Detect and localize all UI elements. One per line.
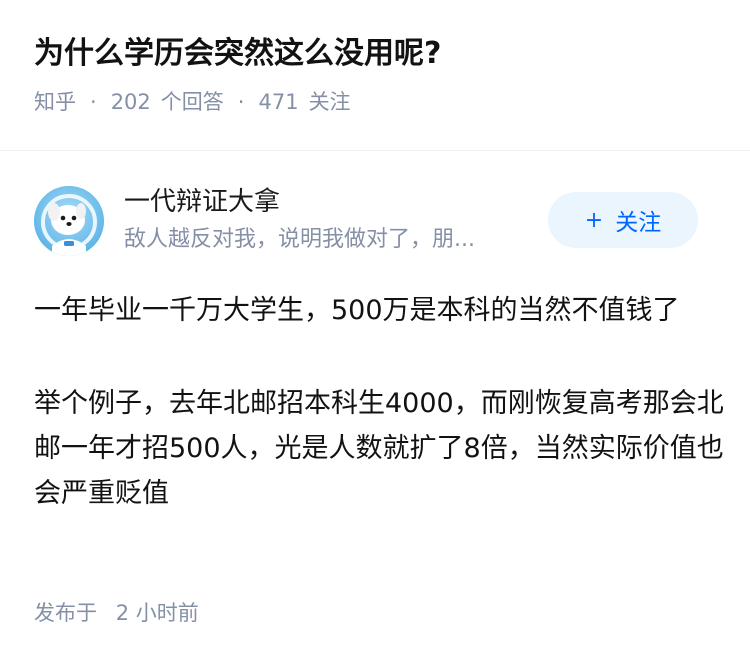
question-header: 为什么学历会突然这么没用呢? 知乎 · 202 个回答 · 471 关注: [34, 30, 724, 118]
publish-time: 发布于 2 小时前: [34, 597, 199, 629]
question-meta: 知乎 · 202 个回答 · 471 关注: [34, 86, 724, 118]
cartoon-dog-astronaut-icon: [34, 186, 104, 256]
follow-count-label: 关注: [308, 90, 351, 114]
published-label: 发布于: [34, 601, 97, 625]
answer-count: 202: [110, 90, 151, 114]
source-label[interactable]: 知乎: [34, 86, 76, 118]
header-divider: [0, 150, 750, 151]
author-row: 一代辩证大拿 敌人越反对我，说明我做对了，朋... + 关注: [34, 184, 724, 264]
meta-separator: ·: [237, 90, 245, 114]
follow-count: 471: [258, 90, 299, 114]
answer-body: 一年毕业一千万大学生，500万是本科的当然不值钱了 举个例子，去年北邮招本科生4…: [34, 288, 724, 516]
answer-count-label: 个回答: [160, 90, 224, 114]
plus-icon: +: [584, 207, 604, 233]
follow-button[interactable]: + 关注: [548, 192, 698, 248]
avatar[interactable]: [34, 186, 104, 256]
question-title[interactable]: 为什么学历会突然这么没用呢?: [34, 30, 724, 78]
author-bio: 敌人越反对我，说明我做对了，朋...: [124, 227, 475, 252]
answer-paragraph: 举个例子，去年北邮招本科生4000，而刚恢复高考那会北邮一年才招500人，光是人…: [34, 388, 724, 509]
meta-separator: ·: [90, 90, 97, 114]
follow-button-label: 关注: [615, 210, 662, 236]
published-time-value: 2 小时前: [115, 601, 199, 625]
answer-paragraph: 一年毕业一千万大学生，500万是本科的当然不值钱了: [34, 295, 680, 326]
author-name[interactable]: 一代辩证大拿: [124, 184, 280, 220]
